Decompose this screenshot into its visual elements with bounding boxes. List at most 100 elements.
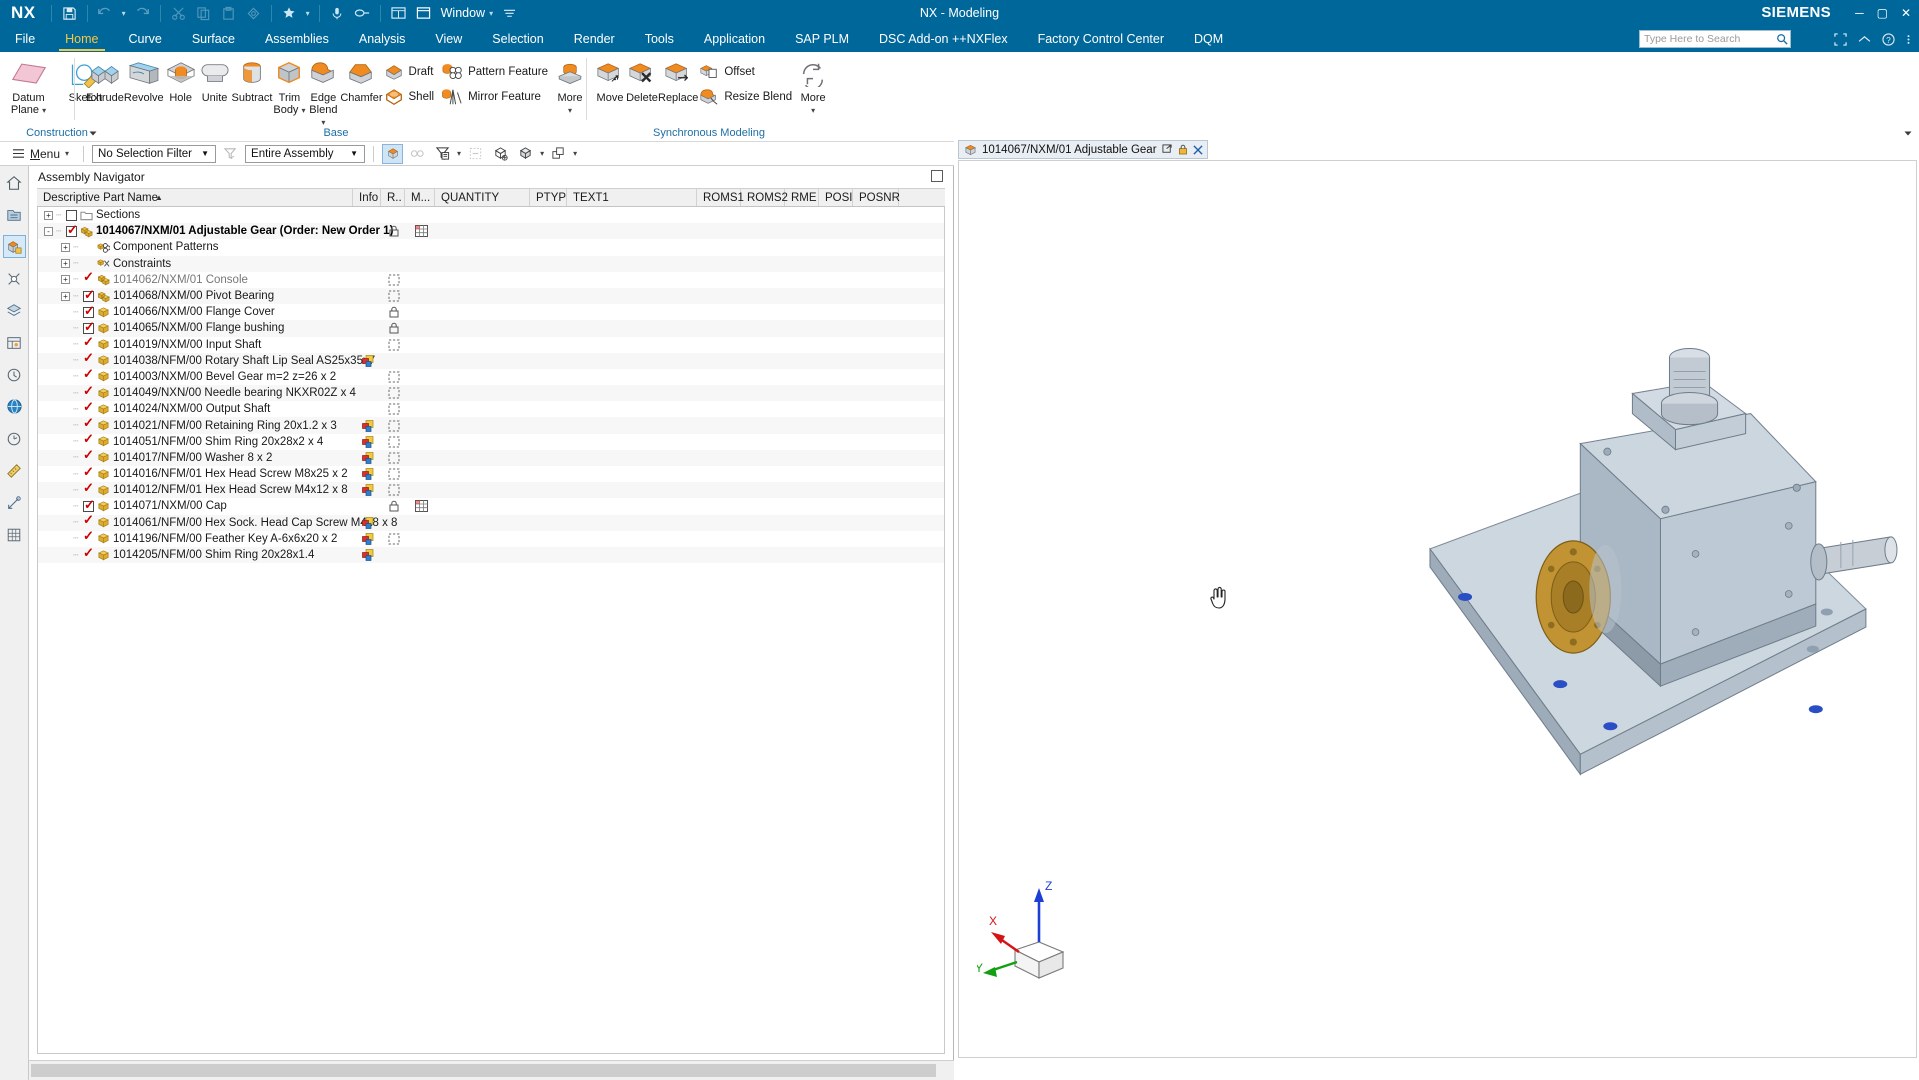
tab-sap-plm[interactable]: SAP PLM [780, 26, 864, 52]
tile-windows-icon[interactable] [386, 1, 411, 25]
table-row[interactable]: ┄ 1014205/NFM/00 Shim Ring 20x28x1.4 [38, 546, 944, 564]
scope-combo[interactable]: Entire Assembly ▼ [245, 144, 366, 163]
loaded-check-icon[interactable] [83, 416, 94, 431]
chevron-down-icon[interactable]: ▼ [346, 149, 362, 158]
select-features-icon[interactable] [407, 144, 428, 164]
pmi-navigator-icon[interactable] [3, 491, 26, 514]
tab-dqm[interactable]: DQM [1179, 26, 1238, 52]
menu-caret-icon[interactable]: ▾ [65, 149, 69, 158]
chamfer-button[interactable]: Chamfer [340, 56, 383, 104]
undo-icon[interactable] [93, 1, 118, 25]
draft-button[interactable]: Draft [383, 59, 441, 84]
loaded-check-icon[interactable] [83, 367, 94, 382]
tab-home[interactable]: Home [50, 26, 113, 52]
loaded-check-icon[interactable] [83, 384, 94, 399]
tab-factory-control-center[interactable]: Factory Control Center [1023, 26, 1179, 52]
subtract-button[interactable]: Subtract [232, 56, 272, 104]
navigator-horizontal-scrollbar[interactable] [29, 1060, 954, 1080]
expand-icon[interactable]: + [61, 259, 70, 269]
cut-icon[interactable] [166, 1, 191, 25]
help-icon[interactable]: ? [1882, 32, 1895, 46]
history-icon[interactable] [3, 363, 26, 386]
column-header-rme[interactable]: RME [785, 189, 819, 206]
loaded-check-icon[interactable] [83, 529, 94, 544]
select-components-caret-icon[interactable]: ▾ [573, 149, 577, 158]
loaded-check-icon[interactable] [83, 335, 94, 350]
favorites-star-icon[interactable] [277, 1, 302, 25]
table-row[interactable]: ┄ 1014012/NFM/01 Hex Head Screw M4x12 x 8 [38, 481, 944, 499]
visibility-checkbox[interactable] [66, 209, 77, 221]
fullscreen-icon[interactable] [1834, 32, 1847, 46]
select-edges-icon[interactable] [465, 144, 486, 164]
collapse-icon[interactable]: - [44, 226, 53, 236]
lock-icon[interactable] [1178, 144, 1188, 155]
overflow-menu-icon[interactable] [1906, 33, 1911, 46]
tab-application[interactable]: Application [689, 26, 780, 52]
tab-surface[interactable]: Surface [177, 26, 250, 52]
table-row[interactable]: -┄ 1014067/NXM/01 Adjustable Gear (Order:… [38, 223, 944, 240]
tab-render[interactable]: Render [559, 26, 630, 52]
graphics-canvas[interactable]: Z X Y [958, 160, 1917, 1058]
loaded-check-icon[interactable] [83, 432, 94, 447]
selection-filter-combo[interactable]: No Selection Filter ▼ [92, 144, 217, 163]
table-row[interactable]: +┄ 1014068/NXM/00 Pivot Bearing [38, 288, 944, 305]
table-row[interactable]: ┄ 1014024/NXM/00 Output Shaft [38, 400, 944, 417]
viewport-tab[interactable]: 1014067/NXM/01 Adjustable Gear [958, 140, 1208, 159]
tab-curve[interactable]: Curve [114, 26, 177, 52]
table-row[interactable]: ┄ 1014049/NXN/00 Needle bearing NKXR02Z x… [38, 384, 944, 402]
loaded-check-icon[interactable] [83, 270, 94, 285]
column-header-ptyp[interactable]: PTYP [530, 189, 567, 206]
expand-icon[interactable]: + [61, 242, 70, 252]
table-row[interactable]: ┄ 1014065/NXM/00 Flange bushing [38, 320, 944, 337]
web-browser-icon[interactable] [3, 395, 26, 418]
visibility-checkbox[interactable] [83, 498, 95, 512]
close-button[interactable]: ✕ [1901, 0, 1911, 26]
column-header-name[interactable]: Descriptive Part Name ▲ [37, 189, 353, 206]
search-icon[interactable] [1776, 33, 1788, 45]
snap-icon[interactable] [241, 1, 266, 25]
constraint-navigator-icon[interactable] [3, 267, 26, 290]
maximize-button[interactable]: ▢ [1877, 0, 1888, 26]
table-row[interactable]: ┄ 1014066/NXM/00 Flange Cover [38, 304, 944, 320]
tab-analysis[interactable]: Analysis [344, 26, 421, 52]
favorites-caret-icon[interactable]: ▾ [302, 9, 314, 18]
expand-icon[interactable]: + [61, 275, 70, 285]
table-row[interactable]: ┄1014061/NFM/00 Hex Sock. Head Cap Screw… [38, 513, 944, 531]
tab-view[interactable]: View [420, 26, 477, 52]
mirror-feature-button[interactable]: Mirror Feature [440, 84, 554, 109]
resize-blend-button[interactable]: Resize Blend [698, 84, 798, 109]
tab-dsc-addon[interactable]: DSC Add-on ++NXFlex [864, 26, 1023, 52]
expand-icon[interactable]: + [61, 291, 70, 301]
chevron-down-icon[interactable]: ▼ [197, 149, 213, 158]
clock-history-icon[interactable] [3, 427, 26, 450]
ribbon-collapse-icon[interactable] [1903, 129, 1913, 138]
more-options-icon[interactable] [497, 1, 522, 25]
assembly-navigator-icon[interactable] [2, 235, 26, 258]
filter-reset-icon[interactable] [220, 144, 241, 164]
column-header-roms1[interactable]: ROMS1 [697, 189, 744, 206]
reuse-library-icon[interactable] [3, 331, 26, 354]
undo-caret-icon[interactable]: ▾ [118, 9, 130, 18]
loaded-check-icon[interactable] [83, 465, 94, 480]
model-3d-view[interactable] [959, 161, 1916, 1057]
navigator-tree-body[interactable]: +┄Sections-┄1014067/NXM/01 Adjustable Ge… [37, 207, 945, 1054]
table-row[interactable]: + ┄ Component Patterns [38, 239, 944, 255]
save-icon[interactable] [57, 1, 82, 25]
base-more-button[interactable]: More ▾ [554, 56, 586, 117]
table-row[interactable]: ┄ 1014071/NXM/00 Cap [38, 498, 944, 514]
tab-assemblies[interactable]: Assemblies [250, 26, 344, 52]
copy-icon[interactable] [191, 1, 216, 25]
table-row[interactable]: ┄ 1014196/NFM/00 Feather Key A-6x6x20 x 2 [38, 529, 944, 547]
loaded-check-icon[interactable] [83, 351, 94, 366]
tools-navigator-icon[interactable] [3, 523, 26, 546]
minimize-button[interactable]: ─ [1855, 0, 1864, 26]
paste-icon[interactable] [216, 1, 241, 25]
measure-icon[interactable] [3, 459, 26, 482]
scrollbar-thumb[interactable] [31, 1064, 936, 1077]
column-header-roms2[interactable]: ROMS2 [741, 189, 788, 206]
loaded-check-icon[interactable] [83, 513, 94, 528]
hole-button[interactable]: Hole [164, 56, 198, 104]
orientation-triad[interactable]: Z X Y [977, 880, 1102, 985]
pattern-feature-button[interactable]: Pattern Feature [440, 59, 554, 84]
table-row[interactable]: ┄ 1014016/NFM/01 Hex Head Screw M8x25 x 2 [38, 465, 944, 482]
